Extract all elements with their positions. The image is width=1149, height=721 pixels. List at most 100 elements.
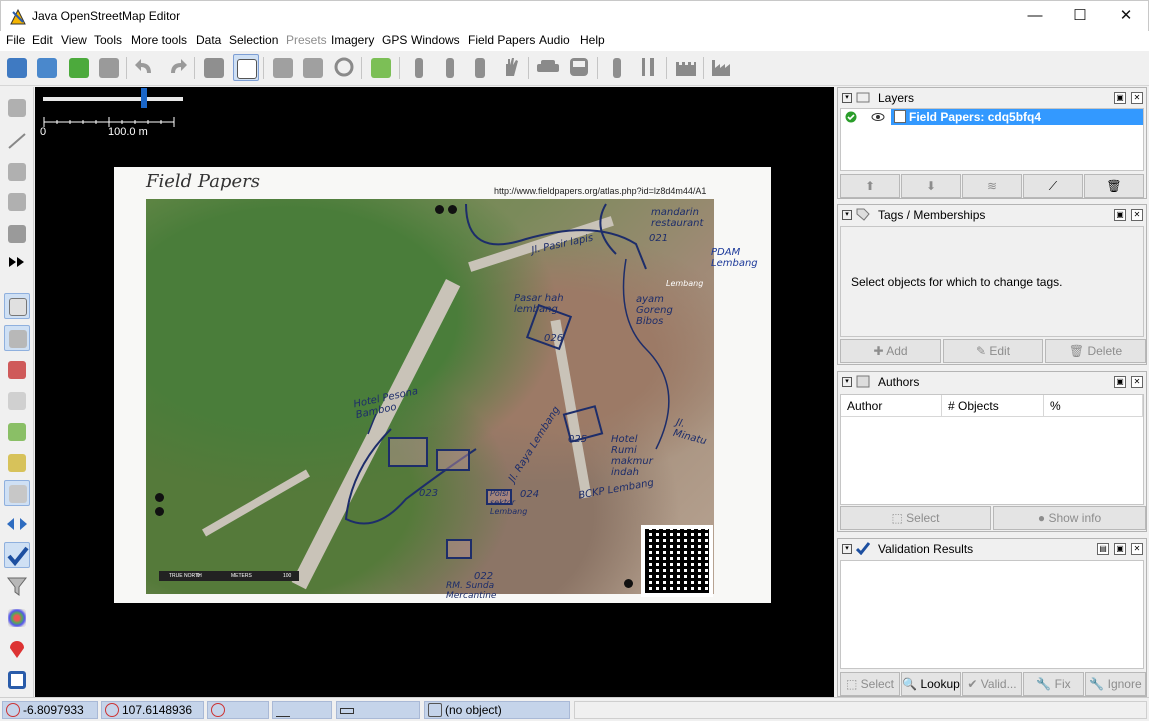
select-mode-icon[interactable] xyxy=(4,95,30,121)
zoom-slider[interactable] xyxy=(43,97,183,101)
menu-data[interactable]: Data xyxy=(196,33,221,47)
menu-windows[interactable]: Windows xyxy=(411,33,460,47)
menu-audio[interactable]: Audio xyxy=(539,33,570,47)
validation-toggle-icon[interactable] xyxy=(4,542,30,568)
activate-icon[interactable]: ⟋ xyxy=(1023,174,1083,198)
menu-field-papers[interactable]: Field Papers xyxy=(468,33,535,47)
menu-imagery[interactable]: Imagery xyxy=(331,33,374,47)
ignore-button[interactable]: 🔧 Ignore xyxy=(1085,672,1146,696)
menu-help[interactable]: Help xyxy=(580,33,605,47)
validate-button[interactable]: ✔ Valid... xyxy=(962,672,1022,696)
menu-edit[interactable]: Edit xyxy=(32,33,53,47)
move-down-icon[interactable]: ⬇ xyxy=(901,174,961,198)
visibility-eye-icon[interactable] xyxy=(871,112,885,122)
undo-icon[interactable] xyxy=(132,54,158,81)
zoom-slider-knob[interactable] xyxy=(141,88,147,108)
upload-icon[interactable] xyxy=(96,54,122,81)
registration-dot xyxy=(435,205,444,214)
preferences-icon[interactable] xyxy=(201,54,227,81)
menu-tools[interactable]: Tools xyxy=(94,33,122,47)
authors-select-button[interactable]: ⬚ Select xyxy=(840,506,991,530)
map-paint-icon[interactable] xyxy=(4,605,30,631)
improve-way-icon[interactable] xyxy=(4,159,30,185)
download-data-icon[interactable] xyxy=(66,54,92,81)
wall-icon[interactable] xyxy=(406,54,432,81)
fix-button[interactable]: 🔧 Fix xyxy=(1023,672,1084,696)
collapse-icon[interactable]: ▾ xyxy=(842,377,852,387)
close-panel-icon[interactable]: ✕ xyxy=(1131,543,1143,555)
validation-panel-title: Validation Results xyxy=(878,542,974,556)
column-header-objects[interactable]: # Objects xyxy=(942,395,1044,417)
ruler-icon xyxy=(340,708,354,714)
menu-gps[interactable]: GPS xyxy=(382,33,407,47)
relations-toggle-icon[interactable] xyxy=(4,357,30,383)
close-panel-icon[interactable]: ✕ xyxy=(1131,376,1143,388)
selection-list-icon[interactable] xyxy=(4,388,30,414)
barrier-icon[interactable] xyxy=(467,54,493,81)
castle-icon[interactable] xyxy=(673,54,699,81)
fit-icon[interactable] xyxy=(368,54,394,81)
map-view[interactable]: 0 100.0 m Field Papers http://www.fieldp… xyxy=(35,87,834,697)
more-modes-icon[interactable] xyxy=(4,249,30,275)
menu-selection[interactable]: Selection xyxy=(229,33,278,47)
redo-icon[interactable] xyxy=(164,54,190,81)
undock-icon[interactable]: ▣ xyxy=(1114,376,1126,388)
bus-icon[interactable] xyxy=(566,54,592,81)
restaurant-icon[interactable] xyxy=(635,54,661,81)
close-panel-icon[interactable]: ✕ xyxy=(1131,209,1143,221)
move-up-icon[interactable]: ⬆ xyxy=(840,174,900,198)
poi-icon[interactable] xyxy=(604,54,630,81)
collapse-icon[interactable]: ▾ xyxy=(842,544,852,554)
delete-tag-button[interactable]: 🗑 Delete xyxy=(1045,339,1146,363)
extrude-icon[interactable] xyxy=(4,221,30,247)
layer-row[interactable]: Field Papers: cdq5bfq4 xyxy=(841,109,1143,125)
factory-icon[interactable] xyxy=(709,54,735,81)
registration-dot xyxy=(624,579,633,588)
menu-more-tools[interactable]: More tools xyxy=(131,33,187,47)
history-icon[interactable] xyxy=(4,419,30,445)
undock-icon[interactable]: ▣ xyxy=(1114,209,1126,221)
wireframe-icon[interactable] xyxy=(233,54,259,81)
column-header-author[interactable]: Author xyxy=(841,395,942,417)
combine-way-icon[interactable] xyxy=(300,54,326,81)
notes-icon[interactable] xyxy=(4,636,30,662)
download-icon[interactable] xyxy=(34,54,60,81)
hand-icon[interactable] xyxy=(498,54,524,81)
authors-toggle-icon[interactable] xyxy=(4,480,30,506)
minimize-button[interactable]: — xyxy=(1012,1,1058,32)
layers-toggle-icon[interactable] xyxy=(4,293,30,319)
undock-icon[interactable]: ▣ xyxy=(1114,543,1126,555)
column-header-percent[interactable]: % xyxy=(1044,395,1143,417)
collapse-icon[interactable]: ▾ xyxy=(842,93,852,103)
show-info-button[interactable]: ● Show info xyxy=(993,506,1146,530)
undock-icon[interactable]: ▣ xyxy=(1114,92,1126,104)
authors-panel-title: Authors xyxy=(878,375,920,389)
commands-icon[interactable] xyxy=(4,511,30,537)
validation-select-button[interactable]: ⬚ Select xyxy=(840,672,900,696)
close-button[interactable]: ✕ xyxy=(1103,1,1149,32)
maximize-button[interactable]: ☐ xyxy=(1057,1,1103,32)
settings-icon[interactable]: ▤ xyxy=(1097,543,1109,555)
conflict-icon[interactable] xyxy=(4,450,30,476)
lookup-button[interactable]: 🔍 Lookup xyxy=(901,672,961,696)
filter-icon[interactable] xyxy=(4,573,30,599)
menu-file[interactable]: File xyxy=(6,33,25,47)
open-icon[interactable] xyxy=(4,54,30,81)
minimap-icon[interactable] xyxy=(4,667,30,693)
tags-panel-title: Tags / Memberships xyxy=(878,208,986,222)
column-icon[interactable] xyxy=(437,54,463,81)
close-panel-icon[interactable]: ✕ xyxy=(1131,92,1143,104)
car-icon[interactable] xyxy=(535,54,561,81)
draw-mode-icon[interactable] xyxy=(4,128,30,154)
delete-layer-icon[interactable]: 🗑 xyxy=(1084,174,1144,198)
menu-presets[interactable]: Presets xyxy=(286,33,327,47)
add-tag-button[interactable]: ✚ Add xyxy=(840,339,941,363)
collapse-icon[interactable]: ▾ xyxy=(842,210,852,220)
split-way-icon[interactable] xyxy=(270,54,296,81)
parallel-way-icon[interactable] xyxy=(4,189,30,215)
refresh-icon[interactable] xyxy=(331,54,357,81)
merge-icon[interactable]: ≋ xyxy=(962,174,1022,198)
menu-view[interactable]: View xyxy=(61,33,87,47)
edit-tag-button[interactable]: ✎ Edit xyxy=(943,339,1043,363)
tags-toggle-icon[interactable] xyxy=(4,325,30,351)
